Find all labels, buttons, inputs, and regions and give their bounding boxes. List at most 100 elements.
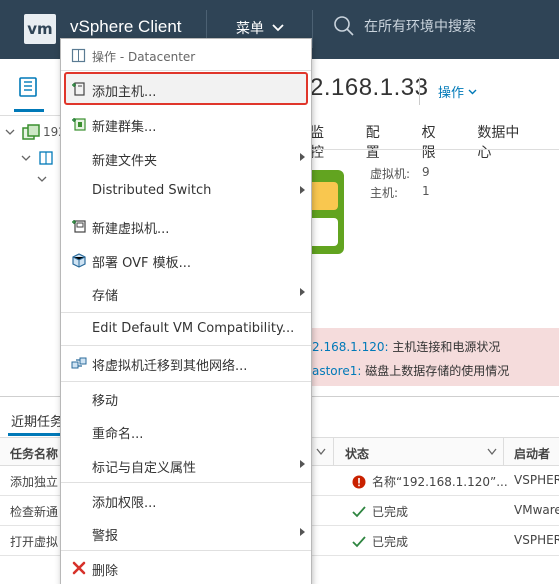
chevron-down-icon [21,155,31,161]
menu-item-label: 新建群集... [92,120,157,135]
menu-item-delete[interactable]: 删除 [61,554,311,582]
menu-item-label: 重命名... [92,427,144,442]
column-divider [503,438,504,466]
actions-label: 操作 [438,86,465,101]
filter-icon[interactable] [316,448,326,456]
hosts-and-clusters-icon[interactable] [19,77,37,97]
chevron-down-icon [468,89,477,94]
task-name: 检查新通 [10,505,59,519]
menu-item-label: Distributed Switch [92,183,212,198]
main-menu-button[interactable]: 菜单 [236,18,284,38]
tree-item-host[interactable] [36,173,48,185]
menu-item-alarms[interactable]: 警报 [61,519,311,547]
menu-item-label: 存储 [92,289,119,304]
menu-separator [61,482,311,483]
task-initiator: VSPHER [514,473,559,487]
task-initiator: VSPHER [514,533,559,547]
menu-item-migrate-network[interactable]: 将虚拟机迁移到其他网络... [61,349,311,377]
tree-item-vcenter[interactable]: 192 [4,124,66,140]
menu-item-distributed-switch[interactable]: Distributed Switch [61,177,311,205]
task-status: 名称“192.168.1.120”... [352,473,508,490]
task-status: 已完成 [352,533,408,550]
global-search[interactable]: 在所有环境中搜索 [334,16,476,36]
menu-item-label: 移动 [92,394,119,409]
column-divider [333,438,334,466]
status-text: 名称“192.168.1.120”... [372,475,508,489]
checkmark-icon [352,535,366,547]
menu-item-rename[interactable]: 重命名... [61,417,311,445]
object-title: 2.168.1.33 [310,74,429,101]
menu-item-edit-vm-compatibility[interactable]: Edit Default VM Compatibility... [61,315,311,343]
tab-monitor[interactable]: 监控 [310,122,336,161]
app-title: vSphere Client [70,17,182,36]
stat-hosts: 主机: 1 [370,184,430,201]
alarm-text: 主机连接和电源状况 [388,340,501,354]
alarm-object-link[interactable]: 2.168.1.120: [312,340,389,354]
menu-item-label: 部署 OVF 模板... [92,256,192,271]
menu-header-label: 操作 - Datacenter [92,50,196,64]
tab-configure[interactable]: 配置 [366,122,392,161]
filter-icon[interactable] [487,448,497,456]
tab-datacenters[interactable]: 数据中心 [477,122,529,161]
status-text: 已完成 [372,505,409,519]
new-vm-icon [72,220,86,233]
migrate-network-icon [71,357,87,369]
menu-item-new-folder[interactable]: 新建文件夹 [61,144,311,172]
chevron-down-icon [272,24,284,32]
menu-separator [61,312,311,313]
task-initiator: VMware [514,503,559,517]
new-cluster-icon [72,118,86,131]
menu-item-add-permission[interactable]: 添加权限... [61,486,311,514]
menu-item-label: 将虚拟机迁移到其他网络... [92,359,248,374]
menu-label: 菜单 [236,21,264,37]
menu-item-label: 新建文件夹 [92,154,158,169]
submenu-arrow-icon [300,528,305,536]
error-icon [352,475,366,488]
vm-logo[interactable]: vm [24,14,56,44]
menu-item-tags-attributes[interactable]: 标记与自定义属性 [61,451,311,479]
submenu-arrow-icon [300,153,305,161]
menu-item-move[interactable]: 移动 [61,384,311,412]
alarm-row: 2.168.1.120: 主机连接和电源状况 [312,338,500,355]
deploy-ovf-icon [72,253,86,268]
search-placeholder: 在所有环境中搜索 [364,19,476,35]
menu-item-new-cluster[interactable]: 新建群集... [61,110,311,138]
tab-permissions[interactable]: 权限 [422,122,448,161]
tab-recent-tasks[interactable]: 近期任务 [11,411,63,430]
stat-label: 主机: [370,186,399,200]
search-icon [334,16,354,36]
stat-label: 虚拟机: [370,167,411,181]
menu-separator [61,381,311,382]
title-divider [419,77,420,105]
header-divider [312,10,313,48]
add-host-icon [72,82,85,96]
column-header-task-name[interactable]: 任务名称 [10,445,58,462]
tabs-baseline [310,149,559,150]
column-header-status[interactable]: 状态 [345,445,369,462]
menu-item-label: 新建虚拟机... [92,222,170,237]
menu-item-label: Edit Default VM Compatibility... [92,321,295,336]
active-tab-indicator [14,109,44,112]
stat-vms: 虚拟机: 9 [370,165,430,182]
menu-separator [61,550,311,551]
submenu-arrow-icon [300,288,305,296]
actions-menu-link[interactable]: 操作 [438,82,477,101]
menu-item-add-host[interactable]: 添加主机... [61,75,311,103]
menu-item-new-vm[interactable]: 新建虚拟机... [61,212,311,240]
chevron-down-icon [5,129,15,135]
alarm-text: 磁盘上数据存储的使用情况 [361,364,510,378]
stat-value: 9 [422,165,430,179]
stat-value: 1 [422,184,430,198]
task-name: 打开虚拟 [10,535,59,549]
alarm-object-link[interactable]: astore1: [312,364,361,378]
menu-item-label: 标记与自定义属性 [92,461,197,476]
menu-item-label: 添加权限... [92,496,157,511]
column-header-initiator[interactable]: 启动者 [514,445,550,462]
navigator-tabs [0,59,60,115]
tree-item-datacenter[interactable] [20,150,54,166]
menu-item-deploy-ovf[interactable]: 部署 OVF 模板... [61,246,311,274]
submenu-arrow-icon [300,186,305,194]
datacenter-icon [71,48,86,63]
navigator-separator [0,115,60,116]
menu-item-storage[interactable]: 存储 [61,279,311,307]
